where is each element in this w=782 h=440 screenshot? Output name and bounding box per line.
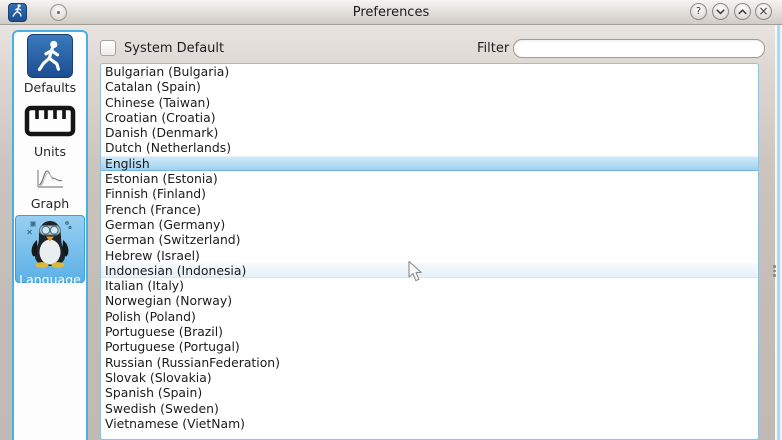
sidebar-item-defaults[interactable]: Defaults [15, 34, 85, 95]
language-row[interactable]: Russian (RussianFederation) [101, 355, 758, 370]
language-row[interactable]: English [101, 156, 758, 171]
system-default-checkbox[interactable] [100, 40, 116, 56]
sidebar-item-label: Graph [31, 196, 69, 211]
window-edge-strip [775, 25, 782, 440]
sidebar: Defaults Units Graph [12, 30, 88, 440]
language-row[interactable]: Catalan (Spain) [101, 79, 758, 94]
language-row[interactable]: Portuguese (Portugal) [101, 339, 758, 354]
language-row[interactable]: Italian (Italy) [101, 278, 758, 293]
close-button[interactable]: × [755, 3, 772, 20]
hiker-icon [27, 34, 73, 78]
language-list: Bulgarian (Bulgaria)Catalan (Spain)Chine… [100, 63, 759, 440]
language-row[interactable]: Vietnamese (VietNam) [101, 416, 758, 431]
window-title: Preferences [0, 0, 782, 25]
question-icon: ? [696, 4, 701, 19]
ruler-icon [24, 104, 76, 142]
language-row[interactable]: Spanish (Spain) [101, 385, 758, 400]
language-row[interactable]: Slovak (Slovakia) [101, 370, 758, 385]
titlebar[interactable]: Preferences ? × [0, 0, 782, 25]
language-row[interactable]: Dutch (Netherlands) [101, 140, 758, 155]
preferences-window: Preferences ? × Defaults [0, 0, 782, 440]
language-row[interactable]: Indonesian (Indonesia) [101, 263, 758, 278]
close-icon: × [758, 4, 768, 19]
sidebar-item-language[interactable]: Language [15, 215, 85, 283]
language-row[interactable]: Finnish (Finland) [101, 186, 758, 201]
system-default-label: System Default [124, 41, 224, 56]
language-row[interactable]: German (Germany) [101, 217, 758, 232]
shade-up-button[interactable] [734, 3, 751, 20]
language-row[interactable]: Estonian (Estonia) [101, 171, 758, 186]
help-button[interactable]: ? [690, 3, 707, 20]
language-row[interactable]: Portuguese (Brazil) [101, 324, 758, 339]
language-row[interactable]: Chinese (Taiwan) [101, 95, 758, 110]
filter-input[interactable] [513, 39, 765, 58]
splitter-grip-icon[interactable] [773, 265, 776, 277]
language-row[interactable]: Croatian (Croatia) [101, 110, 758, 125]
graph-icon [34, 166, 66, 194]
language-row[interactable]: Bulgarian (Bulgaria) [101, 64, 758, 79]
sidebar-item-label: Language [19, 272, 81, 287]
shade-down-button[interactable] [712, 3, 729, 20]
language-row[interactable]: Norwegian (Norway) [101, 293, 758, 308]
language-row[interactable]: French (France) [101, 202, 758, 217]
language-row[interactable]: Polish (Poland) [101, 309, 758, 324]
penguin-icon [25, 216, 75, 272]
language-row[interactable]: Hebrew (Israel) [101, 248, 758, 263]
sidebar-item-label: Defaults [24, 80, 76, 95]
chevron-down-icon [716, 4, 725, 19]
sidebar-item-units[interactable]: Units [15, 104, 85, 159]
language-row[interactable]: Danish (Denmark) [101, 125, 758, 140]
chevron-up-icon [738, 4, 747, 19]
filter-label: Filter [477, 41, 509, 56]
language-row[interactable]: German (Switzerland) [101, 232, 758, 247]
language-row[interactable]: Swedish (Sweden) [101, 401, 758, 416]
sidebar-item-graph[interactable]: Graph [15, 166, 85, 211]
sidebar-item-label: Units [34, 144, 66, 159]
